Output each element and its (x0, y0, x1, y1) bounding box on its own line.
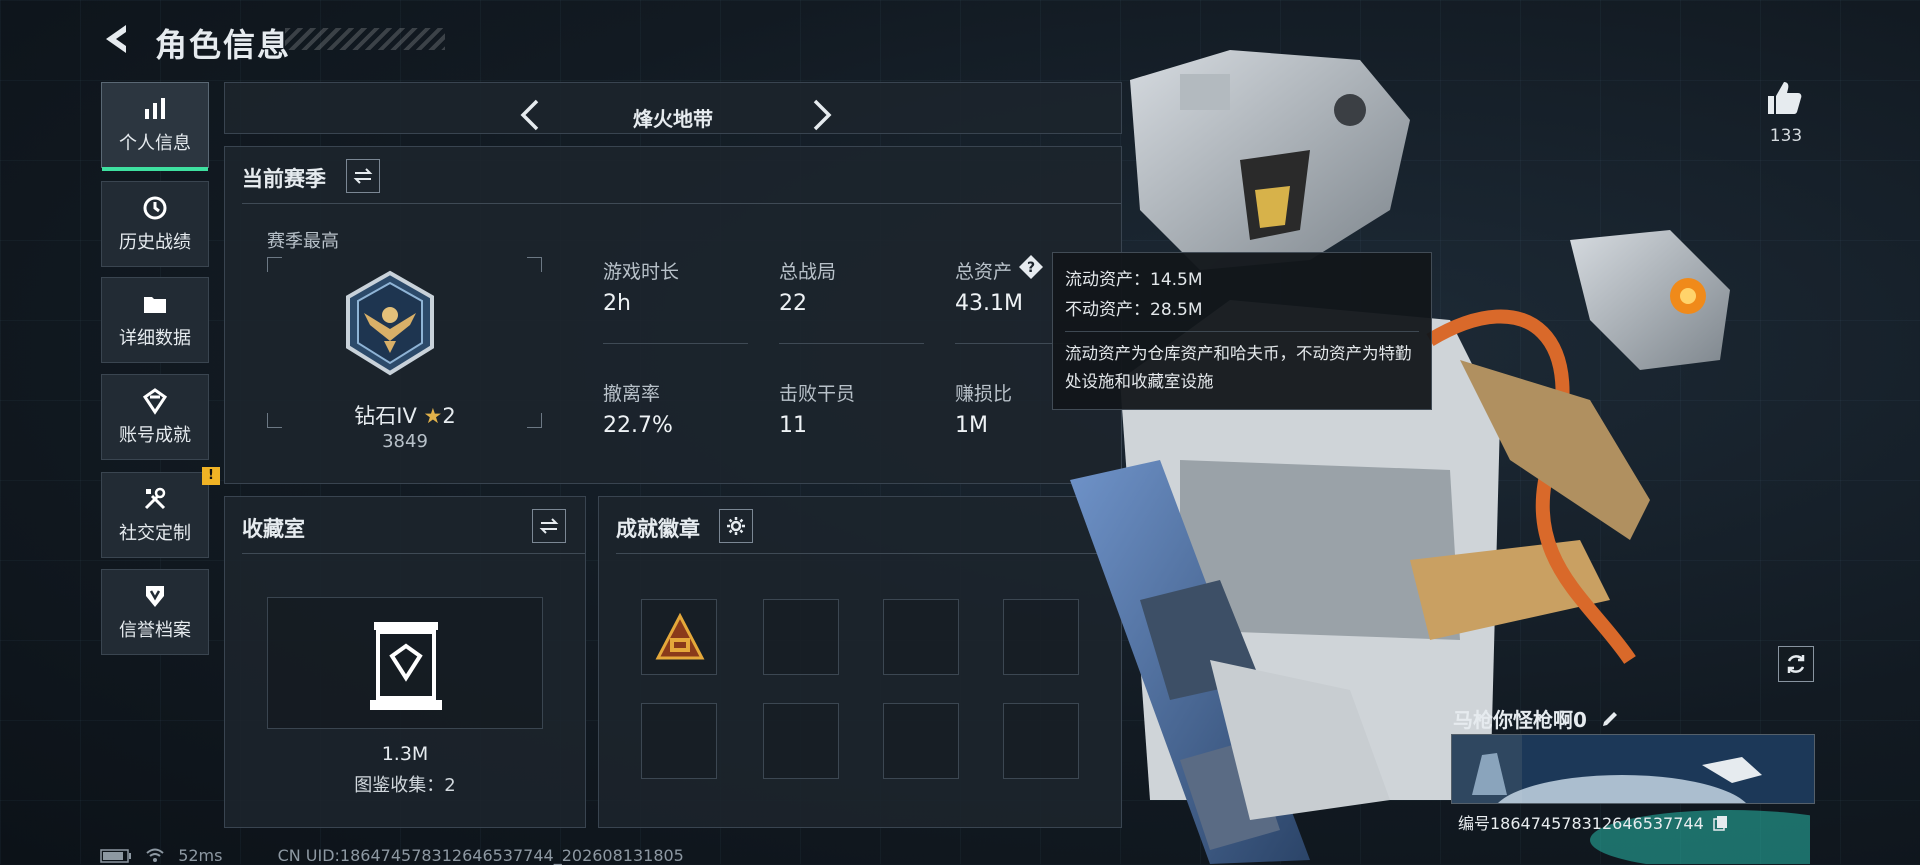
chevron-right-icon[interactable] (805, 97, 837, 133)
player-name-text: 马枪你怪枪啊0 (1453, 708, 1587, 732)
nav-label: 社交定制 (119, 523, 191, 544)
banner-image (1452, 735, 1814, 803)
rank-name: 钻石IV (354, 404, 417, 428)
swap-icon (539, 518, 559, 534)
stat-label: 游戏时长 (603, 261, 680, 283)
badge-slot[interactable] (763, 703, 839, 779)
badge-slot[interactable] (883, 703, 959, 779)
like-count: 133 (1769, 126, 1803, 146)
gear-icon (727, 517, 745, 535)
nav-label: 历史战绩 (119, 232, 191, 253)
badge-slot[interactable] (763, 599, 839, 675)
nav-item-history[interactable]: 历史战绩 (101, 181, 209, 267)
nav-label: 信誉档案 (119, 620, 191, 641)
rank-score: 3849 (382, 431, 428, 452)
frame-corner (527, 257, 542, 272)
shield-icon (146, 586, 164, 607)
ping-text: 52ms (178, 846, 223, 865)
title-decoration (285, 28, 445, 50)
nav-label: 详细数据 (119, 328, 191, 349)
badge-slot[interactable] (883, 599, 959, 675)
player-id-text: 编号1864745783126465377​44 (1458, 814, 1704, 833)
wifi-icon (146, 848, 164, 862)
history-icon (143, 196, 167, 220)
pyramid-badge-icon (655, 612, 705, 660)
tooltip-fixed: 不动资产：28.5M (1065, 300, 1203, 320)
help-icon[interactable]: ? (1018, 254, 1044, 280)
thumbs-up-icon[interactable] (1764, 78, 1804, 118)
divider (779, 343, 924, 344)
nav-item-reputation[interactable]: 信誉档案 (101, 569, 209, 655)
uid-text: CN UID:186474578312646537744_20260813180… (277, 846, 684, 865)
svg-text:?: ? (1027, 260, 1035, 276)
stat-value: 22.7% (603, 413, 673, 438)
nav-label: 个人信息 (119, 133, 191, 154)
nav-item-social[interactable]: 社交定制 ! (101, 467, 220, 558)
mode-name: 烽火地带 (633, 107, 713, 131)
swap-season-button[interactable] (346, 159, 380, 193)
nav-item-details[interactable]: 详细数据 (101, 277, 209, 363)
tools-icon (144, 487, 166, 510)
frame-corner (267, 257, 282, 272)
collection-count: 图鉴收集：2 (354, 775, 456, 796)
refresh-icon (1787, 655, 1805, 673)
stat-label: 总战局 (779, 261, 837, 283)
player-banner[interactable] (1451, 734, 1815, 804)
edit-icon[interactable] (1600, 709, 1620, 729)
divider (603, 343, 748, 344)
season-best-label: 赛季最高 (267, 231, 339, 252)
divider (242, 553, 585, 554)
badges-title: 成就徽章 (616, 517, 700, 541)
alert-badge: ! (202, 467, 220, 485)
star-icon: ★ (423, 404, 443, 428)
badge-slot[interactable] (641, 703, 717, 779)
display-case-icon (370, 622, 442, 710)
collection-value: 1.3M (381, 743, 429, 765)
folder-icon (144, 297, 166, 313)
rotate-model-button[interactable] (1778, 646, 1814, 682)
swap-icon (353, 168, 373, 184)
stat-label: 赚损比 (955, 383, 1013, 405)
player-name: 马枪你怪枪啊0 (1453, 704, 1620, 733)
divider (242, 203, 1121, 204)
stat-label: 撤离率 (603, 383, 661, 405)
tooltip-liquid: 流动资产：14.5M (1065, 270, 1203, 290)
status-bar: 52ms CN UID:186474578312646537744_202608… (100, 846, 684, 865)
stat-value: 1M (955, 413, 988, 438)
collection-display[interactable] (267, 597, 543, 729)
swap-collection-button[interactable] (532, 509, 566, 543)
page-title: 角色信息 (155, 26, 292, 64)
copy-icon[interactable] (1713, 815, 1729, 831)
rank-line: 钻石IV ★2 (267, 400, 543, 430)
stat-label: 击败干员 (779, 383, 856, 405)
back-arrow-icon[interactable] (100, 22, 134, 56)
stat-value: 2h (603, 291, 631, 316)
badge-slot[interactable] (641, 599, 717, 675)
badge-settings-button[interactable] (719, 509, 753, 543)
battery-icon (100, 849, 131, 863)
nav-item-personal-info[interactable]: 个人信息 (101, 82, 209, 171)
season-title: 当前赛季 (242, 167, 326, 191)
player-id: 编号1864745783126465377​44 (1458, 810, 1729, 834)
collection-panel: 收藏室 1.3M 图鉴收集：2 (224, 496, 586, 828)
season-panel: 当前赛季 赛季最高 钻石IV ★2 3849 游戏时长 2h 总战局 22 总资… (224, 146, 1122, 484)
stat-value: 11 (779, 413, 807, 438)
rank-stars: 2 (442, 404, 456, 428)
divider (1065, 331, 1419, 332)
achievement-icon (142, 388, 168, 415)
mode-selector: 烽火地带 (224, 82, 1122, 134)
nav-label: 账号成就 (119, 425, 191, 446)
bar-chart-icon (145, 98, 165, 119)
asset-tooltip: 流动资产：14.5M 不动资产：28.5M 流动资产为仓库资产和哈夫币，不动资产… (1052, 252, 1432, 410)
stat-value: 43.1M (955, 291, 1023, 316)
rank-emblem-icon (346, 270, 434, 376)
collection-title: 收藏室 (242, 517, 305, 541)
stat-label: 总资产 (955, 261, 1013, 283)
stat-value: 22 (779, 291, 807, 316)
tooltip-desc: 流动资产为仓库资产和哈夫币，不动资产为特勤处设施和收藏室设施 (1065, 344, 1412, 391)
nav-item-achievements[interactable]: 账号成就 (101, 374, 209, 460)
